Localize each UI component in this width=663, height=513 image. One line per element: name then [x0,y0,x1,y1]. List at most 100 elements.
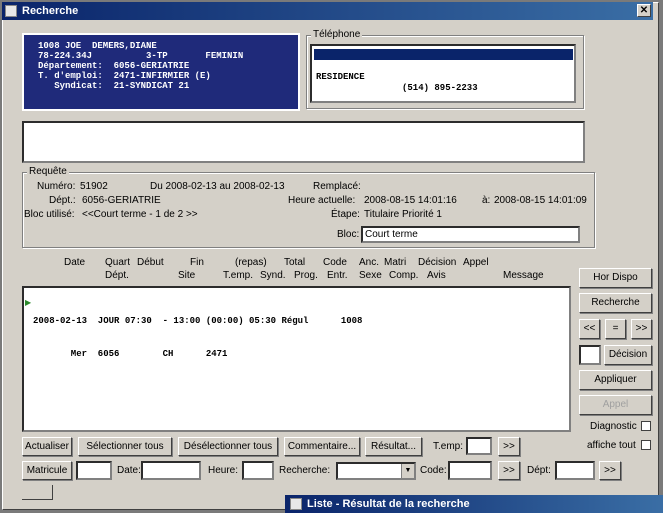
temp-go-button[interactable]: >> [498,437,520,456]
liste-window-titlebar[interactable]: Liste - Résultat de la recherche [285,495,663,513]
result-row-line: 2008-02-13 JOUR 07:30 - 13:00 (00:00) 05… [33,316,363,326]
result-row[interactable]: 2008-02-13 JOUR 07:30 - 13:00 (00:00) 05… [33,294,362,382]
appel-button: Appel [579,395,652,415]
col-header-repas: (repas) [235,257,267,268]
telephone-label: Téléphone [311,29,363,40]
comment-area[interactable] [22,121,585,163]
employee-line: 1008 JOE DEMERS,DIANE [38,41,157,51]
matricule-field[interactable] [76,461,112,480]
a-label: à: [482,195,491,206]
col-header-dept: Dépt. [105,270,129,281]
recherche-button[interactable]: Recherche [579,293,652,313]
decision-input[interactable] [579,345,601,365]
col-header-total: Total [284,257,306,268]
dept-value: 6056-GERIATRIE [82,195,161,206]
code-label: Code: [420,465,447,476]
remplace-label: Remplacé: [313,181,361,192]
col-header-comp: Comp. [389,270,419,281]
code-go-button[interactable]: >> [498,461,520,480]
col-header-decision: Décision [418,257,457,268]
hor-dispo-button[interactable]: Hor Dispo [579,268,652,288]
employee-line: Département: 6056-GERIATRIE [38,61,190,71]
phone-row-residence[interactable]: RESIDENCE (514) 895-2233 [314,61,573,93]
col-header-fin: Fin [190,257,204,268]
next-button[interactable]: >> [631,319,652,339]
deselect-all-button[interactable]: Désélectionner tous [178,437,278,456]
row-marker-icon: ▶ [25,298,32,307]
phone-number: (514) 895-2233 [402,83,478,93]
phone-type: RESIDENCE [316,72,365,82]
temp-label: T.emp: [433,441,464,452]
window-title: Recherche [22,5,79,17]
col-header-code: Code [323,257,347,268]
col-header-quart: Quart [105,257,131,268]
result-list[interactable]: ▶ 2008-02-13 JOUR 07:30 - 13:00 (00:00) … [22,286,571,432]
tab-edge [22,485,53,500]
employee-line: Syndicat: 21-SYNDICAT 21 [38,81,190,91]
affiche-tout-checkbox[interactable] [641,440,651,450]
requete-label: Requête [27,166,69,177]
heure-label: Heure actuelle: [288,195,356,206]
dept-label: Dépt.: [49,195,76,206]
col-header-prog: Prog. [294,270,318,281]
dept-field[interactable] [555,461,595,480]
col-header-date: Date [64,257,86,268]
col-header-debut: Début [137,257,164,268]
phone-row-cellulaire[interactable]: CELLULAIRE (514) 251-8333 [314,49,573,81]
decision-button[interactable]: Décision [604,345,652,365]
heure-value: 2008-08-15 14:01:16 [364,195,457,206]
col-header-synd: Synd. [260,270,286,281]
bloc-label: Bloc: [337,229,360,240]
bloc-utilise-label: Bloc utilisé: [24,209,75,220]
numero-value: 51902 [80,181,108,192]
a-value: 2008-08-15 14:01:09 [494,195,587,206]
heure-filter-label: Heure: [208,465,239,476]
bloc-field[interactable]: Court terme [361,226,580,243]
diagnostic-label: Diagnostic [590,421,637,432]
chevron-down-icon[interactable]: ▼ [401,464,414,478]
title-bar[interactable]: Recherche ✕ [2,2,653,20]
col-header-site: Site [178,270,196,281]
col-header-entr: Entr. [327,270,348,281]
resultat-button[interactable]: Résultat... [365,437,422,456]
date-label: Date: [117,465,141,476]
prev-button[interactable]: << [579,319,600,339]
equal-button[interactable]: = [605,319,626,339]
result-row-line: Mer 6056 CH 2471 [33,349,228,359]
matricule-button[interactable]: Matricule [22,461,72,480]
actualiser-button[interactable]: Actualiser [22,437,72,456]
col-header-temp: T.emp. [223,270,254,281]
app-icon [5,5,17,17]
recherche-combo[interactable]: ▼ [336,462,416,480]
diagnostic-checkbox[interactable] [641,421,651,431]
bloc-utilise-value: <<Court terme - 1 de 2 >> [82,209,198,220]
col-header-matri: Matri [384,257,407,268]
col-header-anc: Anc. [359,257,380,268]
affiche-tout-label: affiche tout [587,440,636,451]
numero-label: Numéro: [37,181,76,192]
etape-value: Titulaire Priorité 1 [364,209,442,220]
employee-line: T. d'emploi: 2471-INFIRMIER (E) [38,71,211,81]
period-text: Du 2008-02-13 au 2008-02-13 [150,181,285,192]
select-all-button[interactable]: Sélectionner tous [78,437,172,456]
col-header-sexe: Sexe [359,270,382,281]
liste-window-title: Liste - Résultat de la recherche [307,498,470,510]
date-field[interactable] [141,461,201,480]
employee-info-panel: 1008 JOE DEMERS,DIANE 78-224.34J 3-TP FE… [22,33,300,111]
close-button[interactable]: ✕ [637,4,651,17]
etape-label: Étape: [331,209,360,220]
col-header-avis: Avis [427,270,446,281]
heure-field[interactable] [242,461,274,480]
app-icon [290,498,302,510]
dept-filter-label: Dépt: [527,465,551,476]
telephone-list[interactable]: CELLULAIRE (514) 251-8333 RESIDENCE (514… [310,44,576,103]
code-field[interactable] [448,461,492,480]
commentaire-button[interactable]: Commentaire... [284,437,360,456]
temp-field[interactable] [466,437,492,455]
appliquer-button[interactable]: Appliquer [579,370,652,390]
dept-go-button[interactable]: >> [599,461,621,480]
employee-line: 78-224.34J 3-TP FEMININ [38,51,244,61]
phone-number: (514) 251-8333 [402,71,478,81]
recherche-filter-label: Recherche: [279,465,331,476]
col-header-message: Message [503,270,544,281]
